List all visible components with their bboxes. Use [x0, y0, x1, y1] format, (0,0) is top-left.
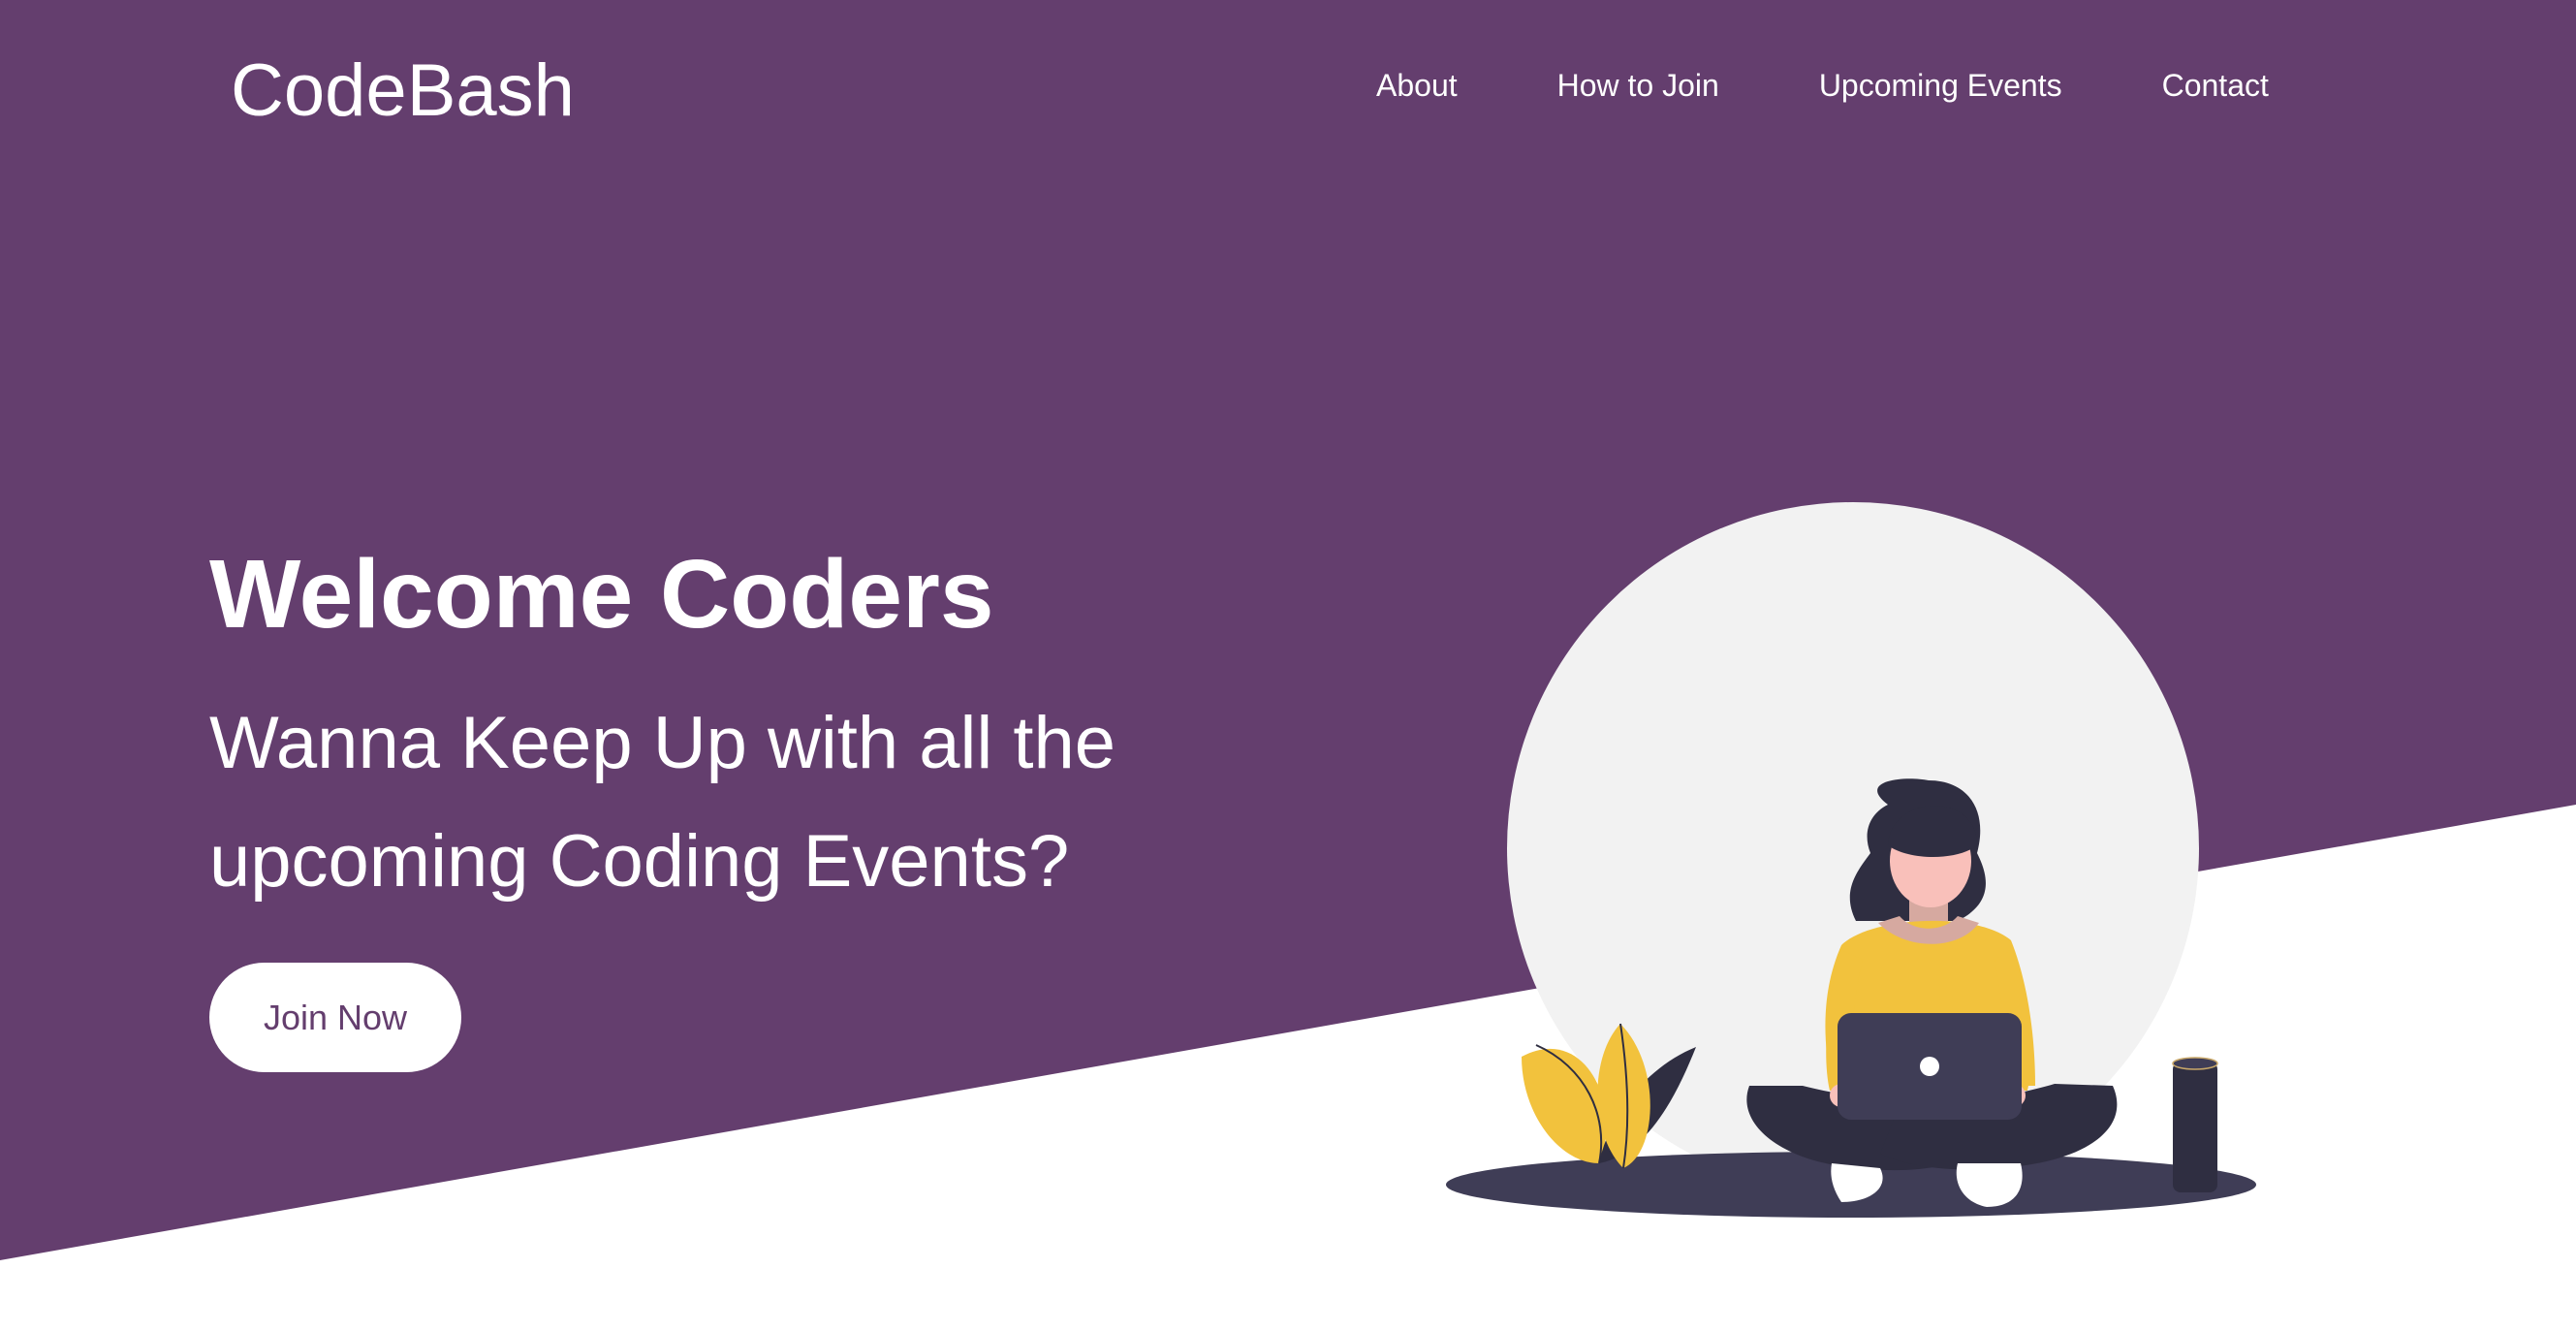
site-logo[interactable]: CodeBash	[231, 48, 575, 133]
join-now-button[interactable]: Join Now	[209, 963, 461, 1072]
woman-coding-laptop-illustration	[1446, 502, 2256, 1218]
nav-link-about[interactable]: About	[1376, 68, 1458, 104]
main-nav: About How to Join Upcoming Events Contac…	[1376, 68, 2269, 104]
nav-link-contact[interactable]: Contact	[2162, 68, 2269, 104]
hero-subtitle: Wanna Keep Up with all the upcoming Codi…	[209, 702, 1116, 903]
landing-page: CodeBash About How to Join Upcoming Even…	[0, 0, 2576, 1332]
nav-link-upcoming-events[interactable]: Upcoming Events	[1819, 68, 2062, 104]
nav-link-how-to-join[interactable]: How to Join	[1557, 68, 1719, 104]
speaker-icon	[2172, 1057, 2218, 1192]
hero-title: Welcome Coders	[209, 540, 994, 649]
